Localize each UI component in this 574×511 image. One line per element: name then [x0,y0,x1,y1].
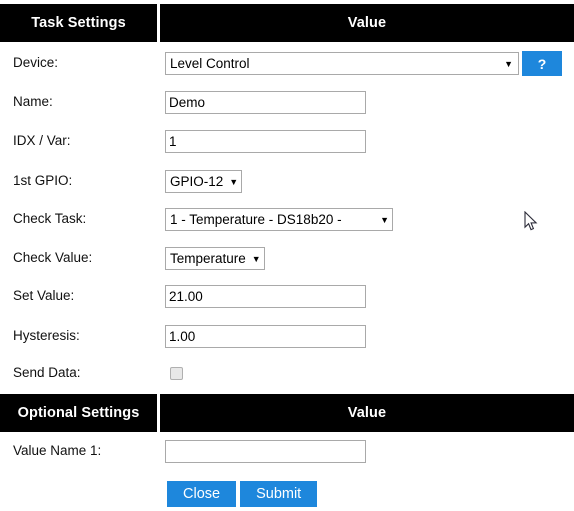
row-check-task: Check Task: 1 - Temperature - DS18b20 - … [0,204,574,234]
row-check-value: Check Value: Temperature ▼ [0,243,574,273]
check-value-label: Check Value: [13,250,93,265]
value-name-1-field [165,436,366,466]
chevron-down-icon: ▼ [251,253,261,264]
row-value-name-1: Value Name 1: [0,436,574,466]
task-settings-header: Task Settings Value [0,4,574,42]
first-gpio-select-value: GPIO-12 [170,173,224,189]
device-label: Device: [13,55,59,70]
row-set-value: Set Value: [0,281,574,311]
set-value-label: Set Value: [13,288,75,303]
row-first-gpio: 1st GPIO: GPIO-12 ▼ [0,166,574,196]
first-gpio-field: GPIO-12 ▼ [165,166,243,196]
device-select-value: Level Control [170,55,250,71]
value-name-1-input[interactable] [165,439,366,463]
idx-var-label: IDX / Var: [13,133,71,148]
hysteresis-input[interactable] [165,324,366,348]
row-idx-var: IDX / Var: [0,126,574,156]
check-task-field: 1 - Temperature - DS18b20 - ▼ [165,204,393,234]
check-task-label: Check Task: [13,211,87,226]
set-value-input[interactable] [165,284,366,308]
device-select[interactable]: Level Control ▼ [165,51,519,75]
name-field [165,87,366,117]
form-actions: Close Submit [167,481,318,507]
check-task-select[interactable]: 1 - Temperature - DS18b20 - ▼ [165,207,393,231]
help-button[interactable]: ? [522,51,562,76]
check-value-field: Temperature ▼ [165,243,265,273]
row-device: Device: Level Control ▼ ? [0,48,574,78]
set-value-field [165,281,366,311]
optional-settings-header-value: Value [160,394,574,432]
send-data-label: Send Data: [13,365,81,380]
check-value-select[interactable]: Temperature ▼ [165,246,265,270]
send-data-field [165,358,183,388]
row-name: Name: [0,87,574,117]
chevron-down-icon: ▼ [504,58,513,69]
hysteresis-label: Hysteresis: [13,328,80,343]
name-input[interactable] [165,90,366,114]
chevron-down-icon: ▼ [229,176,239,187]
value-name-1-label: Value Name 1: [13,443,102,458]
check-value-select-value: Temperature [170,250,246,266]
hysteresis-field [165,321,366,351]
task-settings-header-value: Value [160,4,574,42]
send-data-checkbox[interactable] [170,366,183,380]
task-settings-header-left: Task Settings [0,4,157,42]
chevron-down-icon: ▼ [380,214,389,225]
idx-var-input[interactable] [165,129,366,153]
row-hysteresis: Hysteresis: [0,321,574,351]
first-gpio-label: 1st GPIO: [13,173,73,188]
submit-button[interactable]: Submit [240,481,318,507]
task-settings-page: Task Settings Value Device: Level Contro… [0,0,574,511]
device-field: Level Control ▼ [165,48,519,78]
row-send-data: Send Data: [0,358,574,388]
idx-var-field [165,126,366,156]
name-label: Name: [13,94,53,109]
first-gpio-select[interactable]: GPIO-12 ▼ [165,169,243,193]
optional-settings-header-left: Optional Settings [0,394,157,432]
close-button[interactable]: Close [167,481,237,507]
check-task-select-value: 1 - Temperature - DS18b20 - [170,211,342,227]
optional-settings-header: Optional Settings Value [0,394,574,432]
